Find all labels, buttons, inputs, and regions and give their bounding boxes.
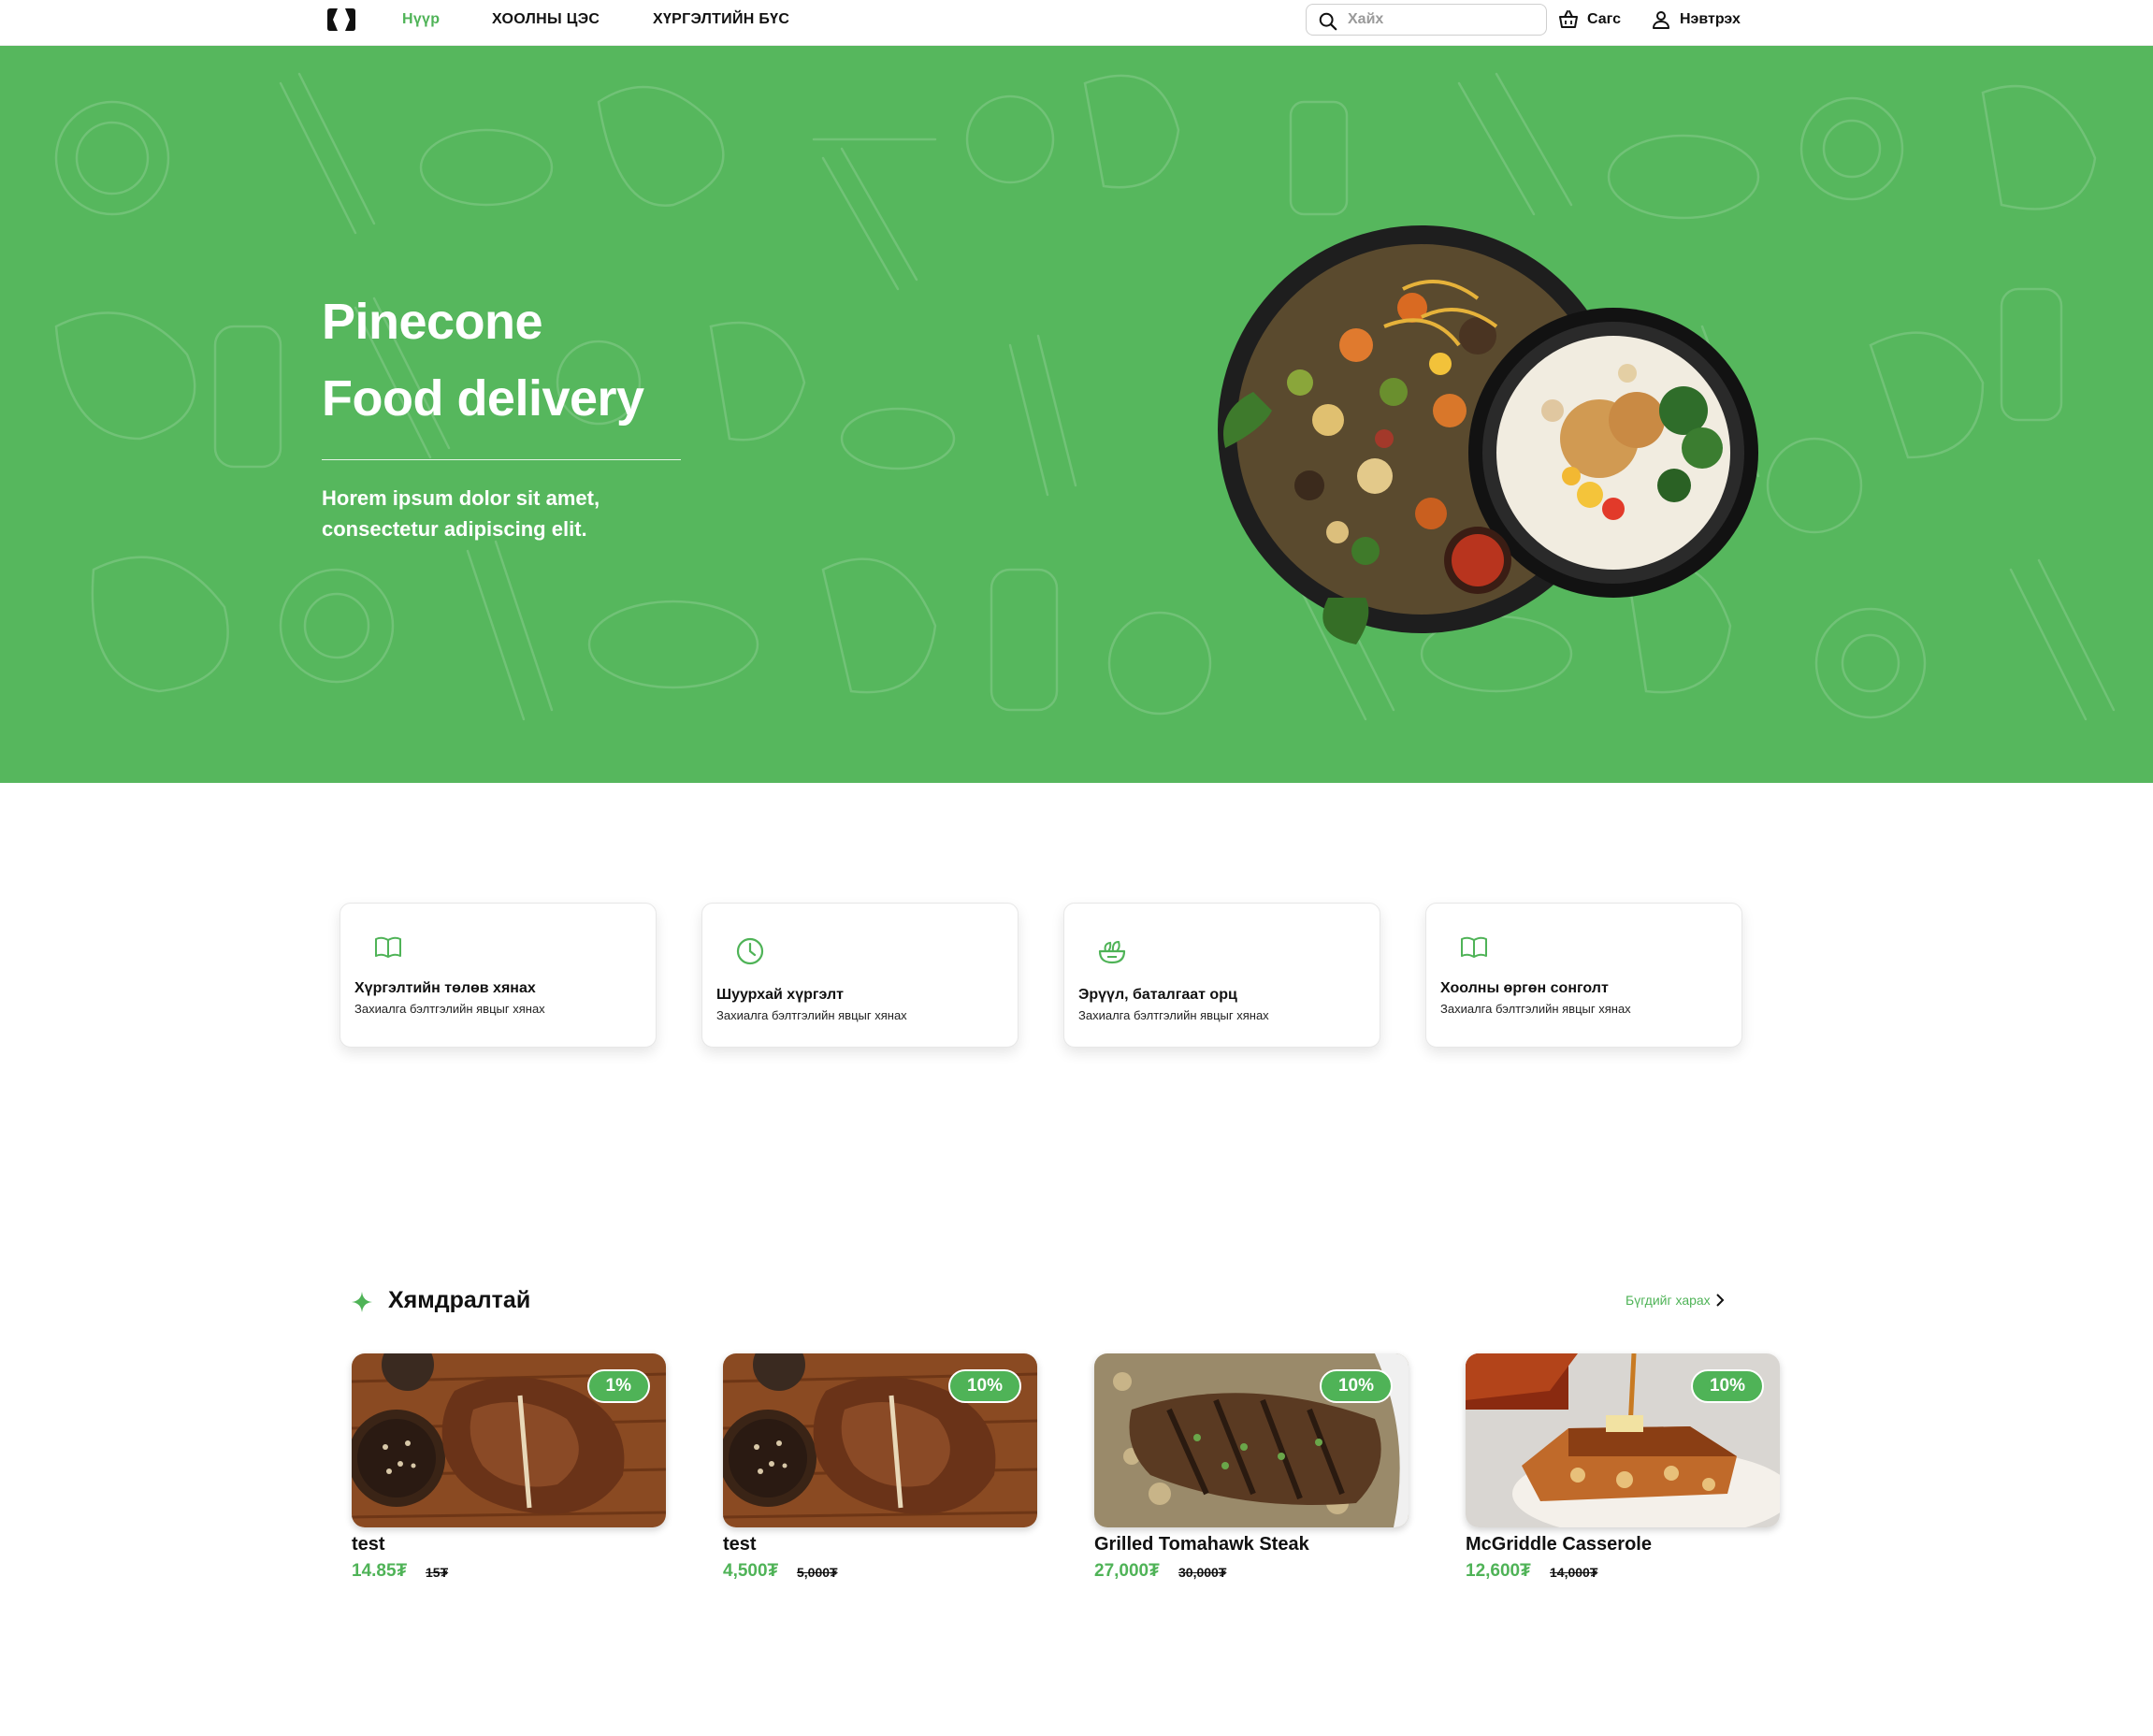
product-old-price: 14,000₮ <box>1550 1565 1598 1580</box>
login-label: Нэвтрэх <box>1680 11 1741 27</box>
feature-subtitle: Захиалга бэлтгэлийн явцыг хянах <box>354 1002 545 1016</box>
product-old-price: 30,000₮ <box>1178 1565 1227 1580</box>
cart-label: Сагс <box>1587 11 1621 27</box>
product-card[interactable]: 10% Grilled Tomahawk Steak 27,000₮ 30,00… <box>1094 1353 1409 1587</box>
product-name: McGriddle Casserole <box>1466 1534 1652 1555</box>
clock-icon <box>736 937 764 965</box>
feature-title: Шуурхай хүргэлт <box>716 987 844 1003</box>
basket-icon <box>1559 10 1578 28</box>
feature-subtitle: Захиалга бэлтгэлийн явцыг хянах <box>1440 1002 1631 1016</box>
login-button[interactable]: Нэвтрэх <box>1650 7 1741 32</box>
top-navbar: Нүүр ХООЛНЫ ЦЭС ХҮРГЭЛТИЙН БҮС Сагс Нэвт… <box>0 0 2153 46</box>
hero-banner: Pinecone Food delivery Horem ipsum dolor… <box>0 46 2153 783</box>
product-card[interactable]: 10% test 4,500₮ 5,000₮ <box>723 1353 1037 1587</box>
discount-badge: 10% <box>1319 1369 1393 1403</box>
nav-link-menu[interactable]: ХООЛНЫ ЦЭС <box>492 11 600 28</box>
product-name: test <box>723 1534 757 1555</box>
discount-badge: 1% <box>586 1369 650 1403</box>
nav-link-home[interactable]: Нүүр <box>402 11 440 28</box>
user-icon <box>1653 11 1669 29</box>
see-all-label: Бүгдийг харах <box>1626 1293 1711 1308</box>
feature-card-wide-choice[interactable]: Хоолны өргөн сонголт Захиалга бэлтгэлийн… <box>1425 903 1742 1048</box>
hero-title-line2: Food delivery <box>322 370 644 427</box>
product-price: 14.85₮ <box>352 1561 408 1581</box>
discount-badge: 10% <box>947 1369 1021 1403</box>
feature-title: Хүргэлтийн төлөв хянах <box>354 980 536 996</box>
book-open-icon <box>1461 936 1487 958</box>
search-input[interactable] <box>1348 8 1535 31</box>
section-title-discounted: Хямдралтай <box>388 1287 531 1313</box>
product-price: 27,000₮ <box>1094 1561 1160 1581</box>
see-all-link[interactable]: Бүгдийг харах <box>1626 1293 1726 1308</box>
chevron-right-icon <box>1715 1294 1725 1307</box>
feature-subtitle: Захиалга бэлтгэлийн явцыг хянах <box>716 1008 907 1022</box>
product-price: 4,500₮ <box>723 1561 779 1581</box>
product-price: 12,600₮ <box>1466 1561 1531 1581</box>
feature-card-tracking[interactable]: Хүргэлтийн төлөв хянах Захиалга бэлтгэли… <box>340 903 657 1048</box>
discount-badge: 10% <box>1690 1369 1764 1403</box>
search-box[interactable] <box>1306 4 1547 36</box>
product-card[interactable]: 10% McGriddle Casserole 12,600₮ 14,000₮ <box>1466 1353 1780 1587</box>
product-old-price: 5,000₮ <box>797 1565 838 1580</box>
hero-subtitle-line1: Horem ipsum dolor sit amet, <box>322 486 600 510</box>
hero-subtitle-line2: consectetur adipiscing elit. <box>322 517 587 541</box>
food-bowls-image <box>1218 225 1758 644</box>
product-card[interactable]: 1% test 14.85₮ 15₮ <box>352 1353 666 1587</box>
hero-divider <box>322 459 681 460</box>
book-open-icon <box>375 936 401 958</box>
feature-title: Хоолны өргөн сонголт <box>1440 980 1609 996</box>
hero-title-line1: Pinecone <box>322 294 543 350</box>
nav-link-delivery-zone[interactable]: ХҮРГЭЛТИЙН БҮС <box>653 11 789 28</box>
feature-subtitle: Захиалга бэлтгэлийн явцыг хянах <box>1078 1008 1269 1022</box>
product-name: test <box>352 1534 385 1555</box>
feature-card-fast-delivery[interactable]: Шуурхай хүргэлт Захиалга бэлтгэлийн явцы… <box>701 903 1019 1048</box>
product-old-price: 15₮ <box>426 1565 449 1580</box>
cart-button[interactable]: Сагс <box>1557 7 1621 32</box>
feature-card-healthy-ingredients[interactable]: Эрүүл, баталгаат орц Захиалга бэлтгэлийн… <box>1063 903 1380 1048</box>
salad-bowl-icon <box>1098 940 1126 964</box>
feature-title: Эрүүл, баталгаат орц <box>1078 987 1237 1003</box>
logo-icon[interactable] <box>325 7 357 33</box>
search-icon <box>1319 12 1337 31</box>
product-name: Grilled Tomahawk Steak <box>1094 1534 1309 1555</box>
sparkle-icon <box>352 1292 372 1312</box>
